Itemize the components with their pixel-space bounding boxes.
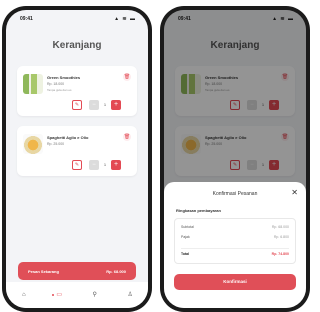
status-icons: ▲ ≋ ▬ — [114, 16, 136, 22]
close-icon[interactable]: ✕ — [291, 188, 298, 198]
phone-frame-confirm: 09:41 ▲ ≋ ▬ Keranjang Green Smoothies Rp… — [160, 6, 310, 312]
summary-divider — [181, 248, 289, 249]
phone-frame-cart: 09:41 ▲ ≋ ▬ Keranjang Green Smoothies Rp… — [2, 6, 152, 312]
cart-icon[interactable]: ▭ — [52, 290, 64, 300]
summary-value: Rp. 6.800 — [273, 235, 289, 239]
profile-icon[interactable]: ♙ — [125, 290, 135, 300]
trash-icon[interactable]: 🗑 — [123, 133, 131, 141]
summary-row: Pajak Rp. 6.800 — [181, 235, 289, 239]
total-label: Total — [181, 252, 190, 256]
confirm-sheet: Konfirmasi Pesanan ✕ Ringkasan pembayara… — [164, 182, 306, 308]
summary-row: Subtotal Rp. 68.000 — [181, 225, 289, 229]
decrease-qty-button[interactable]: − — [89, 160, 99, 170]
edit-note-icon[interactable]: ✎ — [72, 100, 82, 110]
cart-item-card: Spaghetti Aglio e Olio Rp. 25.000 🗑 ✎ − … — [17, 126, 137, 176]
home-icon[interactable]: ⌂ — [19, 290, 29, 300]
increase-qty-button[interactable]: + — [111, 100, 121, 110]
item-name: Spaghetti Aglio e Olio — [47, 135, 89, 140]
status-bar: 09:41 ▲ ≋ ▬ — [20, 16, 136, 24]
page-title: Keranjang — [52, 40, 102, 51]
item-qty: 1 — [103, 102, 107, 107]
item-image — [23, 74, 43, 94]
item-qty: 1 — [103, 162, 107, 167]
item-name: Green Smoothies — [47, 75, 81, 80]
status-time: 09:41 — [20, 16, 33, 22]
sheet-title: Konfirmasi Pesanan — [212, 191, 258, 197]
order-button-label: Pesan Sekarang — [28, 268, 59, 274]
trash-icon[interactable]: 🗑 — [123, 73, 131, 81]
item-image — [23, 134, 43, 154]
confirm-button[interactable]: Konfirmasi — [174, 274, 296, 290]
cart-screen: 09:41 ▲ ≋ ▬ Keranjang Green Smoothies Rp… — [6, 10, 148, 308]
payment-summary: Subtotal Rp. 68.000 Pajak Rp. 6.800 Tota… — [174, 218, 296, 264]
summary-total-row: Total Rp. 74.800 — [181, 252, 289, 256]
order-now-button[interactable]: Pesan Sekarang Rp. 68.000 — [18, 262, 136, 280]
item-note: Tanpa gula dan es — [47, 88, 72, 92]
bottom-nav: ⌂ ▭ ⚲ ♙ — [6, 282, 148, 308]
summary-label: Subtotal — [181, 225, 194, 229]
summary-heading: Ringkasan pembayaran — [176, 208, 221, 213]
item-price: Rp. 25.000 — [47, 142, 65, 146]
confirm-screen: 09:41 ▲ ≋ ▬ Keranjang Green Smoothies Rp… — [164, 10, 306, 308]
total-value: Rp. 74.800 — [271, 252, 289, 256]
cart-item-card: Green Smoothies Rp. 18.000 Tanpa gula da… — [17, 66, 137, 116]
order-button-total: Rp. 68.000 — [106, 268, 126, 274]
summary-label: Pajak — [181, 235, 190, 239]
increase-qty-button[interactable]: + — [111, 160, 121, 170]
edit-note-icon[interactable]: ✎ — [72, 160, 82, 170]
summary-value: Rp. 68.000 — [271, 225, 289, 229]
search-icon[interactable]: ⚲ — [90, 290, 100, 300]
decrease-qty-button[interactable]: − — [89, 100, 99, 110]
item-price: Rp. 18.000 — [47, 82, 65, 86]
